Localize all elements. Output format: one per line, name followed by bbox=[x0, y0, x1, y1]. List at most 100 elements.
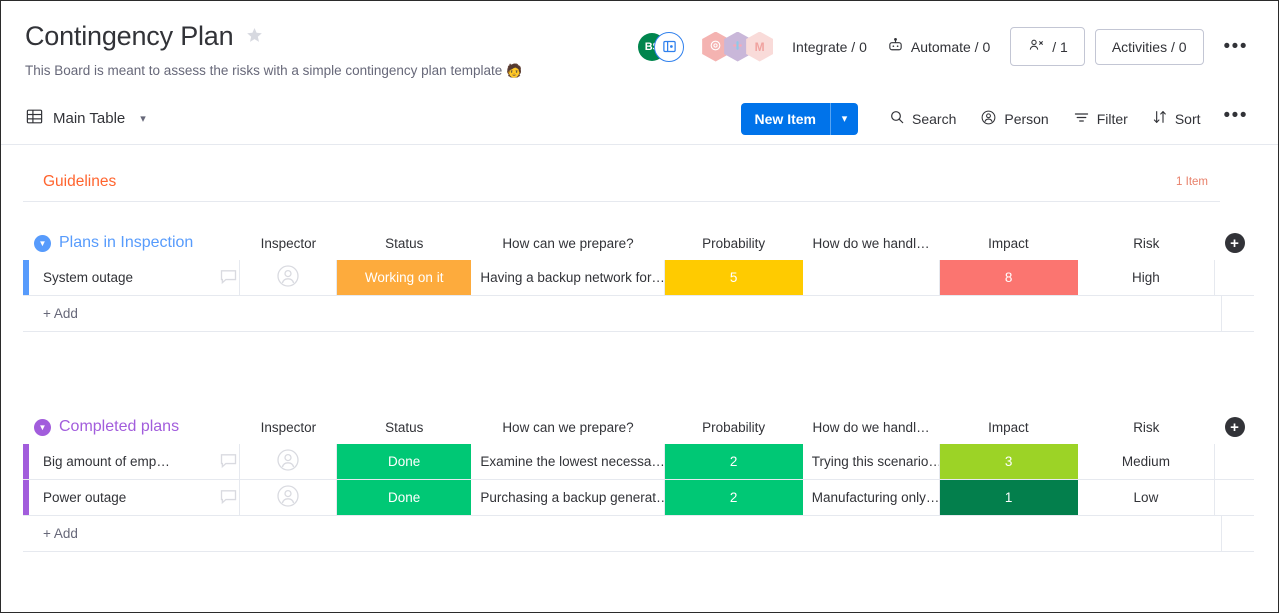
column-header-status[interactable]: Status bbox=[337, 226, 471, 260]
robot-icon bbox=[887, 37, 904, 57]
add-column-icon[interactable]: + bbox=[1225, 417, 1245, 437]
cell-inspector[interactable] bbox=[240, 260, 337, 295]
toolbar-more-button[interactable]: ••• bbox=[1214, 103, 1258, 135]
page-title: Contingency Plan bbox=[25, 19, 233, 53]
table-row[interactable]: Power outage Done Purchasing a bbox=[23, 480, 1254, 516]
integrate-label: Integrate / 0 bbox=[792, 39, 867, 55]
table-row[interactable]: Big amount of emp… Done Examine bbox=[23, 444, 1254, 480]
new-item-button[interactable]: New Item ▾ bbox=[741, 103, 858, 135]
board-content: Guidelines 1 Item ▼ Plans in Inspection … bbox=[1, 145, 1278, 552]
integrate-button[interactable]: Integrate / 0 bbox=[782, 31, 877, 63]
board-toolbar: Main Table ▾ New Item ▾ Search bbox=[1, 93, 1278, 145]
cell-status[interactable]: Done bbox=[337, 444, 471, 479]
cell-probability[interactable]: 2 bbox=[665, 444, 803, 479]
comment-icon[interactable] bbox=[218, 266, 239, 290]
cell-handle[interactable]: Trying this scenario… bbox=[803, 444, 940, 479]
chevron-down-circle-icon[interactable]: ▼ bbox=[34, 235, 51, 252]
invite-count-label: / 1 bbox=[1052, 39, 1068, 55]
add-item-label[interactable]: + Add bbox=[29, 296, 1222, 331]
cell-inspector[interactable] bbox=[240, 444, 337, 479]
guidelines-header[interactable]: Guidelines 1 Item bbox=[23, 173, 1220, 202]
board-header: Contingency Plan This Board is meant to … bbox=[1, 1, 1278, 79]
row-end-spacer bbox=[1215, 444, 1254, 479]
person-avatar-icon[interactable] bbox=[276, 448, 300, 475]
group-title[interactable]: Completed plans bbox=[59, 418, 179, 436]
column-header-handle[interactable]: How do we handl… bbox=[803, 226, 939, 260]
chevron-down-circle-icon[interactable]: ▼ bbox=[34, 419, 51, 436]
cell-status[interactable]: Working on it bbox=[337, 260, 471, 295]
header-more-button[interactable]: ••• bbox=[1214, 34, 1258, 60]
column-header-impact[interactable]: Impact bbox=[939, 226, 1077, 260]
description-emoji: 🧑 bbox=[506, 63, 522, 78]
group-title-wrap: ▼ Completed plans bbox=[23, 410, 240, 444]
item-name-text: Power outage bbox=[43, 490, 218, 505]
search-label: Search bbox=[912, 111, 956, 127]
cell-risk[interactable]: High bbox=[1078, 260, 1215, 295]
row-end-spacer bbox=[1215, 480, 1254, 515]
add-item-row-1[interactable]: + Add bbox=[23, 296, 1254, 332]
cell-risk[interactable]: Low bbox=[1078, 480, 1215, 515]
cell-prepare[interactable]: Purchasing a backup generat… bbox=[471, 480, 664, 515]
integration-icon-gmail[interactable]: M bbox=[746, 32, 773, 62]
chevron-down-icon[interactable]: ▾ bbox=[140, 112, 146, 125]
group-title[interactable]: Plans in Inspection bbox=[59, 234, 193, 252]
column-header-inspector[interactable]: Inspector bbox=[240, 226, 337, 260]
column-header-prepare[interactable]: How can we prepare? bbox=[472, 410, 665, 444]
add-column-icon[interactable]: + bbox=[1225, 233, 1245, 253]
column-header-handle[interactable]: How do we handl… bbox=[803, 410, 939, 444]
activities-button[interactable]: Activities / 0 bbox=[1095, 29, 1204, 65]
tab-main-table[interactable]: Main Table ▾ bbox=[25, 107, 146, 130]
cell-probability[interactable]: 2 bbox=[665, 480, 803, 515]
cell-inspector[interactable] bbox=[240, 480, 337, 515]
cell-probability[interactable]: 5 bbox=[665, 260, 803, 295]
cell-impact[interactable]: 8 bbox=[940, 260, 1078, 295]
cell-prepare[interactable]: Having a backup network for… bbox=[471, 260, 664, 295]
column-header-risk[interactable]: Risk bbox=[1078, 226, 1215, 260]
person-label: Person bbox=[1004, 111, 1048, 127]
person-avatar-icon[interactable] bbox=[276, 484, 300, 511]
guidelines-title[interactable]: Guidelines bbox=[43, 173, 116, 191]
person-avatar-icon[interactable] bbox=[276, 264, 300, 291]
group-title-wrap: ▼ Plans in Inspection bbox=[23, 226, 240, 260]
new-item-chevron-down-icon[interactable]: ▾ bbox=[830, 103, 858, 135]
item-name-text: Big amount of emp… bbox=[43, 454, 218, 469]
person-filter-button[interactable]: Person bbox=[969, 102, 1059, 136]
column-header-risk[interactable]: Risk bbox=[1078, 410, 1215, 444]
cell-impact[interactable]: 1 bbox=[940, 480, 1078, 515]
monday-board-app: Contingency Plan This Board is meant to … bbox=[0, 0, 1279, 613]
automate-button[interactable]: Automate / 0 bbox=[877, 29, 1000, 65]
column-header-probability[interactable]: Probability bbox=[664, 410, 802, 444]
cell-prepare[interactable]: Examine the lowest necessa… bbox=[471, 444, 664, 479]
integrations-icons: M bbox=[702, 32, 768, 62]
invite-members-button[interactable]: / 1 bbox=[1010, 27, 1085, 66]
cell-handle[interactable] bbox=[803, 260, 940, 295]
tab-main-table-label: Main Table bbox=[53, 110, 125, 127]
column-header-prepare[interactable]: How can we prepare? bbox=[472, 226, 665, 260]
table-row[interactable]: System outage Working on it Hav bbox=[23, 260, 1254, 296]
column-header-status[interactable]: Status bbox=[337, 410, 471, 444]
add-item-label[interactable]: + Add bbox=[29, 516, 1222, 551]
column-header-impact[interactable]: Impact bbox=[939, 410, 1077, 444]
search-button[interactable]: Search bbox=[878, 102, 967, 135]
cell-item-name[interactable]: Power outage bbox=[29, 480, 240, 515]
gmail-letter: M bbox=[755, 40, 765, 54]
star-icon[interactable] bbox=[244, 24, 265, 49]
column-header-inspector[interactable]: Inspector bbox=[240, 410, 337, 444]
comment-icon[interactable] bbox=[218, 486, 239, 510]
add-item-row-2[interactable]: + Add bbox=[23, 516, 1254, 552]
row-end-spacer bbox=[1215, 260, 1254, 295]
cell-impact[interactable]: 3 bbox=[940, 444, 1078, 479]
filter-icon bbox=[1073, 109, 1090, 129]
board-view-icon[interactable] bbox=[654, 32, 684, 62]
cell-item-name[interactable]: Big amount of emp… bbox=[29, 444, 240, 479]
cell-status[interactable]: Done bbox=[337, 480, 471, 515]
comment-icon[interactable] bbox=[218, 450, 239, 474]
filter-button[interactable]: Filter bbox=[1062, 102, 1139, 136]
table-icon bbox=[25, 107, 44, 130]
cell-risk[interactable]: Medium bbox=[1078, 444, 1215, 479]
sort-button[interactable]: Sort bbox=[1141, 102, 1212, 135]
cell-item-name[interactable]: System outage bbox=[29, 260, 240, 295]
column-header-probability[interactable]: Probability bbox=[664, 226, 802, 260]
header-actions: BS bbox=[638, 27, 1258, 66]
cell-handle[interactable]: Manufacturing only… bbox=[803, 480, 940, 515]
